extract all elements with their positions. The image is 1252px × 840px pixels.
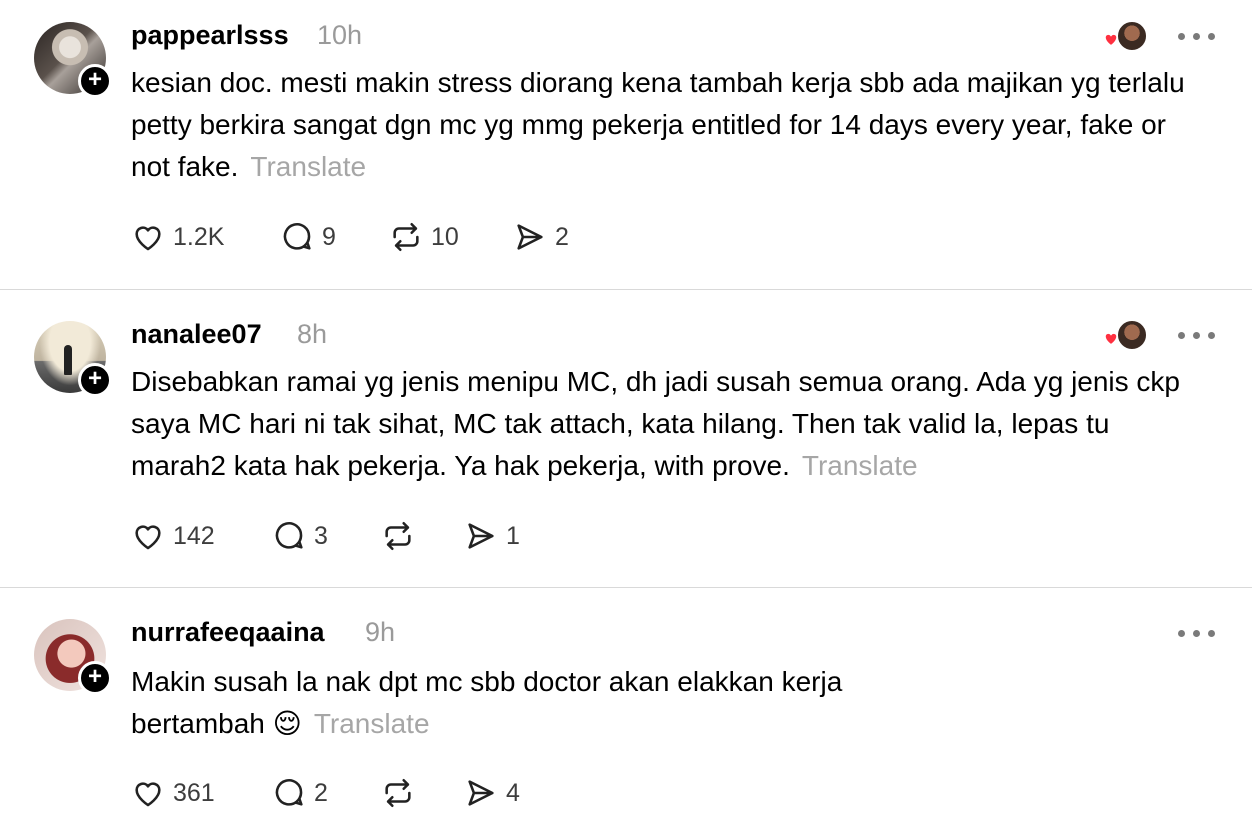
repost-icon <box>393 222 419 252</box>
thread-post: + pappearlsss 10h kesian doc. mesti maki… <box>0 0 1252 289</box>
more-options-icon[interactable] <box>1178 31 1216 43</box>
username[interactable]: nurrafeeqaaina <box>131 617 325 648</box>
reply-button[interactable]: 2 <box>272 776 328 810</box>
post-time: 9h <box>365 617 396 647</box>
username[interactable]: pappearlsss <box>131 20 289 51</box>
translate-link[interactable]: Translate <box>314 708 430 739</box>
creator-reacted-indicator <box>1102 20 1148 52</box>
reply-bubble-icon <box>275 522 303 549</box>
share-count: 2 <box>555 222 569 251</box>
repost-icon <box>385 778 411 808</box>
translate-link[interactable]: Translate <box>802 450 918 481</box>
translate-link[interactable]: Translate <box>250 151 366 182</box>
thread-post: + nurrafeeqaaina 9h Makin susah la nak d… <box>0 588 1252 840</box>
post-text-content: Disebabkan ramai yg jenis menipu MC, dh … <box>131 366 1181 481</box>
avatar-figure <box>64 345 72 375</box>
share-send-icon <box>468 780 494 806</box>
heart-icon <box>1104 33 1118 47</box>
share-count: 4 <box>506 778 520 807</box>
share-button[interactable]: 1 <box>464 519 520 553</box>
post-text-content: Makin susah la nak dpt mc sbb doctor aka… <box>131 666 843 739</box>
repost-icon <box>385 521 411 551</box>
reply-count: 3 <box>314 521 328 550</box>
reply-button[interactable]: 3 <box>272 519 328 553</box>
reply-button[interactable]: 9 <box>280 220 336 254</box>
share-send-icon <box>517 224 543 250</box>
like-button[interactable]: 361 <box>131 776 215 810</box>
username[interactable]: nanalee07 <box>131 319 262 350</box>
like-button[interactable]: 142 <box>131 519 215 553</box>
like-button[interactable]: 1.2K <box>131 220 224 254</box>
reply-bubble-icon <box>275 779 303 806</box>
creator-avatar <box>1116 319 1148 351</box>
more-options-icon[interactable] <box>1178 628 1216 640</box>
repost-button[interactable]: 10 <box>389 220 459 254</box>
post-time: 8h <box>297 319 328 349</box>
creator-reacted-indicator <box>1102 319 1148 351</box>
heart-icon <box>1104 332 1118 346</box>
share-count: 1 <box>506 521 520 550</box>
heart-outline-icon <box>135 782 161 807</box>
post-text: kesian doc. mesti makin stress diorang k… <box>131 62 1191 188</box>
follow-plus-icon[interactable]: + <box>78 64 112 98</box>
reply-bubble-icon <box>283 223 311 250</box>
creator-avatar <box>1116 20 1148 52</box>
share-button[interactable]: 2 <box>513 220 569 254</box>
reply-count: 9 <box>322 222 336 251</box>
repost-button[interactable] <box>381 776 423 810</box>
share-button[interactable]: 4 <box>464 776 520 810</box>
more-options-icon[interactable] <box>1178 330 1216 342</box>
post-time: 10h <box>317 20 363 50</box>
repost-button[interactable] <box>381 519 423 553</box>
thread-post: + nanalee07 8h Disebabkan ramai yg jenis… <box>0 290 1252 587</box>
follow-plus-icon[interactable]: + <box>78 363 112 397</box>
like-count: 1.2K <box>173 222 225 251</box>
share-send-icon <box>468 523 494 549</box>
like-count: 361 <box>173 778 215 807</box>
heart-outline-icon <box>135 226 161 251</box>
like-count: 142 <box>173 521 215 550</box>
post-text: Makin susah la nak dpt mc sbb doctor aka… <box>131 661 931 745</box>
reply-count: 2 <box>314 778 328 807</box>
heart-outline-icon <box>135 525 161 550</box>
repost-count: 10 <box>431 222 459 251</box>
follow-plus-icon[interactable]: + <box>78 661 112 695</box>
post-text: Disebabkan ramai yg jenis menipu MC, dh … <box>131 361 1191 487</box>
